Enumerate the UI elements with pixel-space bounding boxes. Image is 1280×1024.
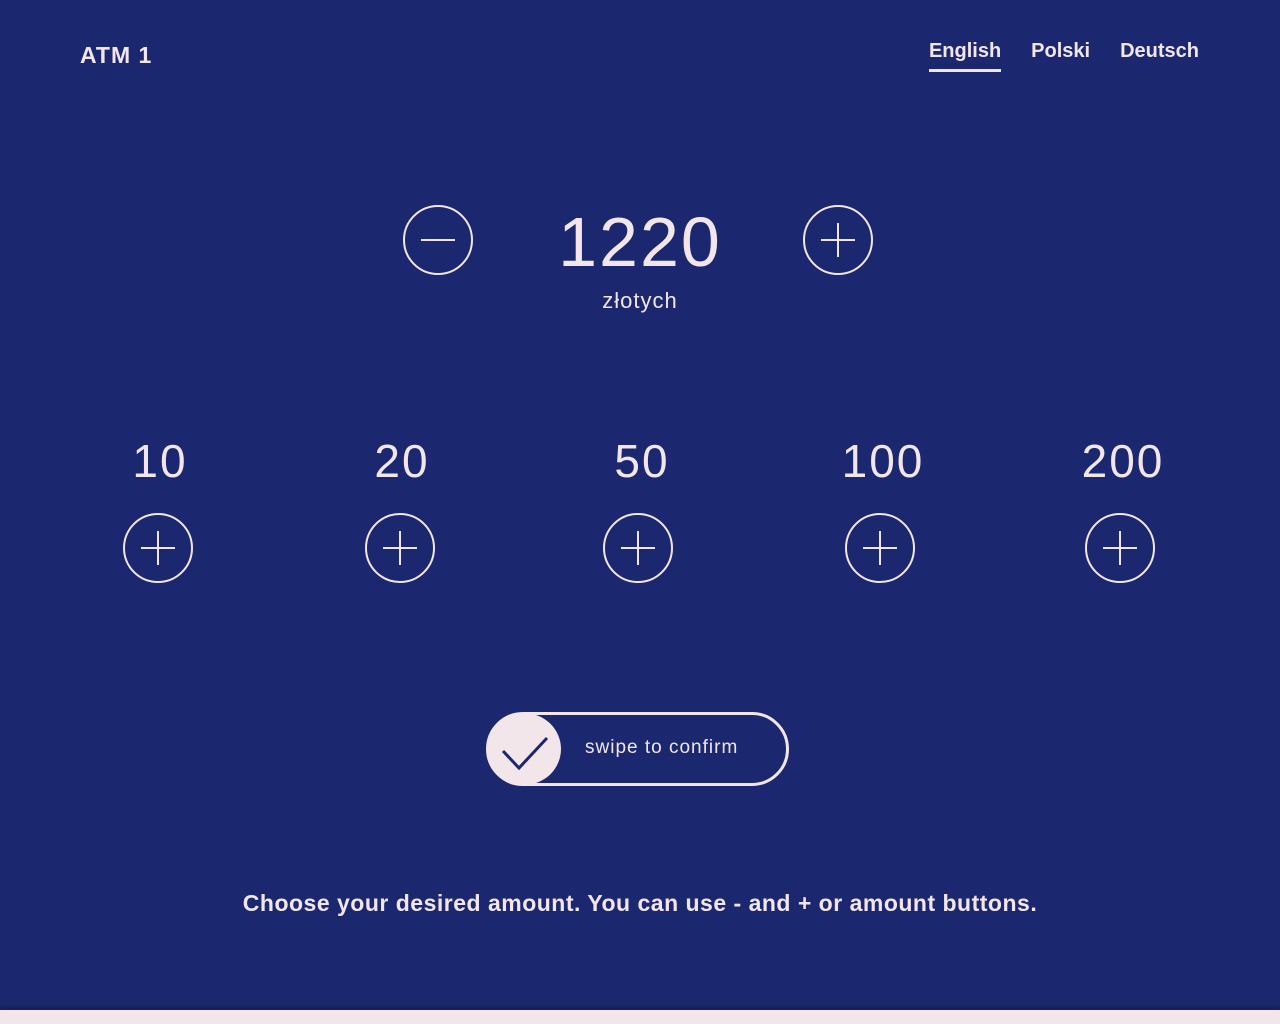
add-10-button[interactable] xyxy=(123,513,193,583)
language-english[interactable]: English xyxy=(928,40,1002,72)
checkmark-icon xyxy=(501,736,549,771)
swipe-to-confirm-slider[interactable]: swipe to confirm xyxy=(486,712,789,786)
plus-circle-icon xyxy=(863,531,897,565)
plus-circle-icon xyxy=(1103,531,1137,565)
plus-circle-icon xyxy=(383,531,417,565)
add-200-button[interactable] xyxy=(1085,513,1155,583)
add-100-button[interactable] xyxy=(845,513,915,583)
denomination-20-label: 20 xyxy=(374,435,430,487)
denomination-50-label: 50 xyxy=(614,435,670,487)
plus-circle-icon xyxy=(141,531,175,565)
swipe-to-confirm-label: swipe to confirm xyxy=(585,737,739,758)
bottom-bar xyxy=(0,1010,1280,1024)
currency-label: złotych xyxy=(602,288,678,313)
add-20-button[interactable] xyxy=(365,513,435,583)
atm-screen: ATM 1 English Polski Deutsch 1220 złotyc… xyxy=(0,0,1280,1024)
language-german[interactable]: Deutsch xyxy=(1120,40,1199,72)
swipe-handle[interactable] xyxy=(487,713,561,785)
language-switcher: English Polski Deutsch xyxy=(928,40,1199,72)
add-50-button[interactable] xyxy=(603,513,673,583)
denomination-200-label: 200 xyxy=(1081,435,1165,487)
language-polish[interactable]: Polski xyxy=(1031,40,1090,72)
increment-button[interactable] xyxy=(803,205,873,275)
plus-circle-icon xyxy=(821,223,855,257)
plus-circle-icon xyxy=(621,531,655,565)
denomination-10-label: 10 xyxy=(132,435,188,487)
app-title: ATM 1 xyxy=(80,42,153,68)
amount-value: 1220 xyxy=(558,203,722,281)
instruction-text: Choose your desired amount. You can use … xyxy=(242,890,1038,916)
denomination-100-label: 100 xyxy=(841,435,925,487)
